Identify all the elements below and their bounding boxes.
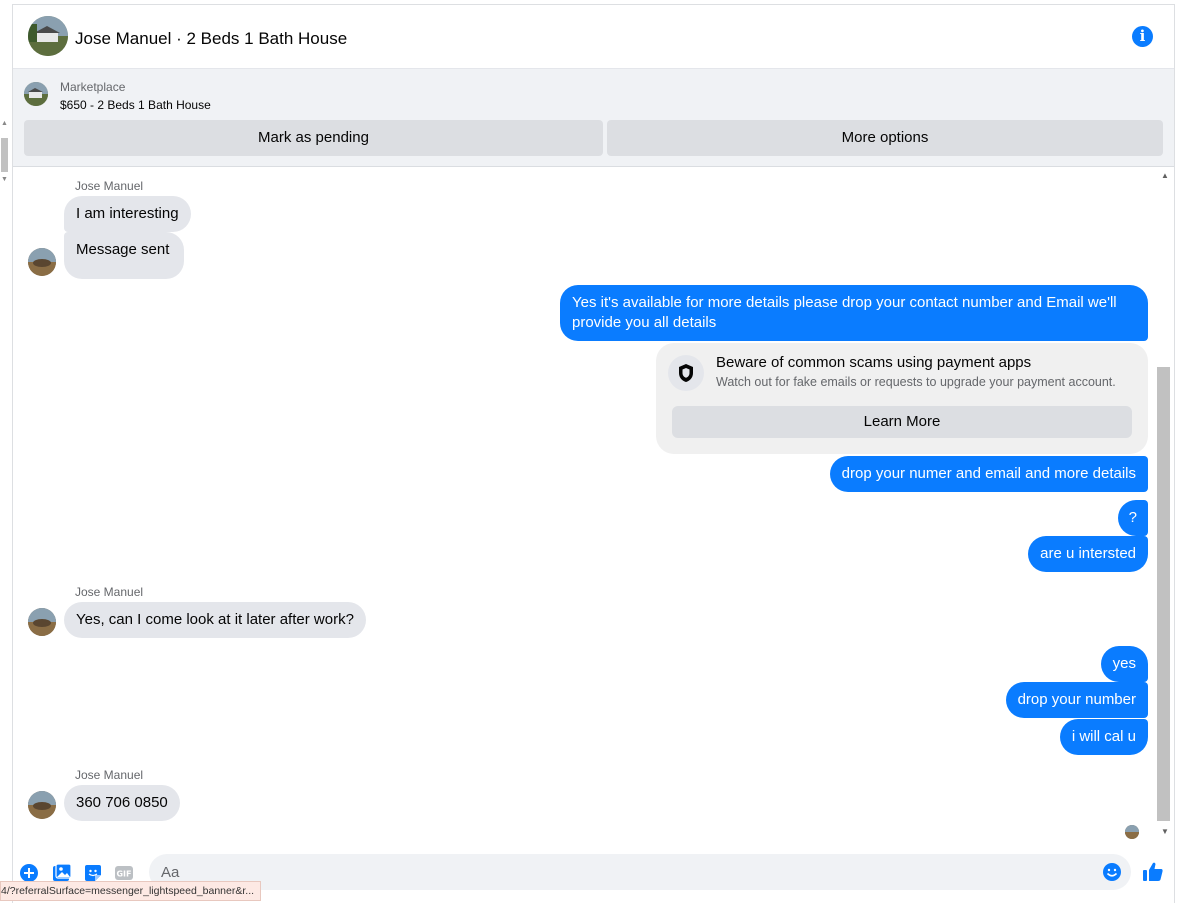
profile-photo-icon	[28, 248, 56, 276]
seen-receipt-avatar	[1125, 825, 1139, 839]
gif-icon[interactable]: GIF	[114, 863, 134, 883]
scroll-up-arrow-icon[interactable]: ▲	[1, 120, 8, 127]
learn-more-button[interactable]: Learn More	[672, 406, 1132, 438]
listing-title[interactable]: $650 - 2 Beds 1 Bath House	[60, 98, 211, 112]
sticker-icon[interactable]	[83, 863, 103, 883]
message-input-wrapper	[149, 854, 1131, 890]
incoming-message[interactable]: Yes, can I come look at it later after w…	[64, 602, 366, 638]
scam-warning-card: Beware of common scams using payment app…	[656, 343, 1148, 454]
profile-photo-icon	[28, 791, 56, 819]
more-options-button[interactable]: More options	[607, 120, 1163, 156]
outgoing-message[interactable]: are u intersted	[1028, 536, 1148, 572]
scam-warning-subtitle: Watch out for fake emails or requests to…	[716, 375, 1116, 389]
outgoing-message[interactable]: ?	[1117, 500, 1148, 536]
plus-circle-icon[interactable]	[19, 863, 39, 883]
outgoing-message[interactable]: drop your number	[1005, 682, 1148, 718]
chat-scroll-down-icon[interactable]: ▼	[1161, 827, 1169, 836]
chat-scrollbar-thumb[interactable]	[1157, 367, 1170, 821]
incoming-message[interactable]: 360 706 0850	[64, 785, 180, 821]
outgoing-message[interactable]: Yes it's available for more details plea…	[560, 285, 1148, 341]
shield-icon	[668, 355, 704, 391]
contact-avatar-small[interactable]	[28, 248, 56, 276]
conversation-header: Jose Manuel · 2 Beds 1 Bath House i	[13, 5, 1174, 69]
conversation-panel: Jose Manuel · 2 Beds 1 Bath House i Mark…	[12, 4, 1175, 903]
profile-photo-icon	[28, 608, 56, 636]
conversation-title[interactable]: Jose Manuel · 2 Beds 1 Bath House	[75, 29, 347, 49]
message-input[interactable]	[161, 858, 1091, 886]
scam-warning-title: Beware of common scams using payment app…	[716, 354, 1032, 371]
outgoing-message[interactable]: drop your numer and email and more detai…	[829, 456, 1148, 492]
chat-scroll-up-icon[interactable]: ▲	[1161, 171, 1169, 180]
emoji-icon[interactable]	[1102, 862, 1122, 882]
contact-avatar-small[interactable]	[28, 608, 56, 636]
contact-avatar[interactable]	[28, 16, 68, 56]
info-icon[interactable]: i	[1132, 26, 1153, 47]
outgoing-message[interactable]: i will cal u	[1059, 719, 1148, 755]
incoming-message[interactable]: I am interesting	[64, 196, 191, 232]
outgoing-message[interactable]: yes	[1100, 646, 1148, 682]
incoming-message[interactable]: Message sent	[64, 232, 185, 279]
chat-scrollbar[interactable]: ▲ ▼	[1156, 167, 1174, 843]
scroll-down-arrow-icon[interactable]: ▼	[1, 176, 8, 183]
photo-icon[interactable]	[52, 863, 72, 883]
app-root: ▲ ▼ Jose Manuel · 2 Beds 1 Bath House i	[0, 0, 1194, 903]
thumbs-up-icon[interactable]	[1141, 860, 1165, 884]
sender-name: Jose Manuel	[75, 768, 144, 782]
sender-name: Jose Manuel	[75, 585, 144, 599]
marketplace-banner: Marketplace $650 - 2 Beds 1 Bath House M…	[13, 69, 1174, 167]
house-thumbnail-icon	[24, 82, 48, 106]
status-bar-url: 4/?referralSurface=messenger_lightspeed_…	[0, 881, 262, 901]
page-scrollbar-thumb[interactable]	[1, 138, 8, 172]
contact-avatar-small[interactable]	[28, 791, 56, 819]
sender-name: Jose Manuel	[75, 179, 144, 193]
marketplace-label: Marketplace	[60, 80, 126, 94]
page-scrollbar[interactable]: ▲ ▼	[0, 120, 10, 192]
house-photo-icon	[28, 16, 68, 56]
listing-thumbnail[interactable]	[24, 82, 48, 106]
svg-text:GIF: GIF	[116, 870, 131, 879]
mark-as-pending-button[interactable]: Mark as pending	[24, 120, 603, 156]
